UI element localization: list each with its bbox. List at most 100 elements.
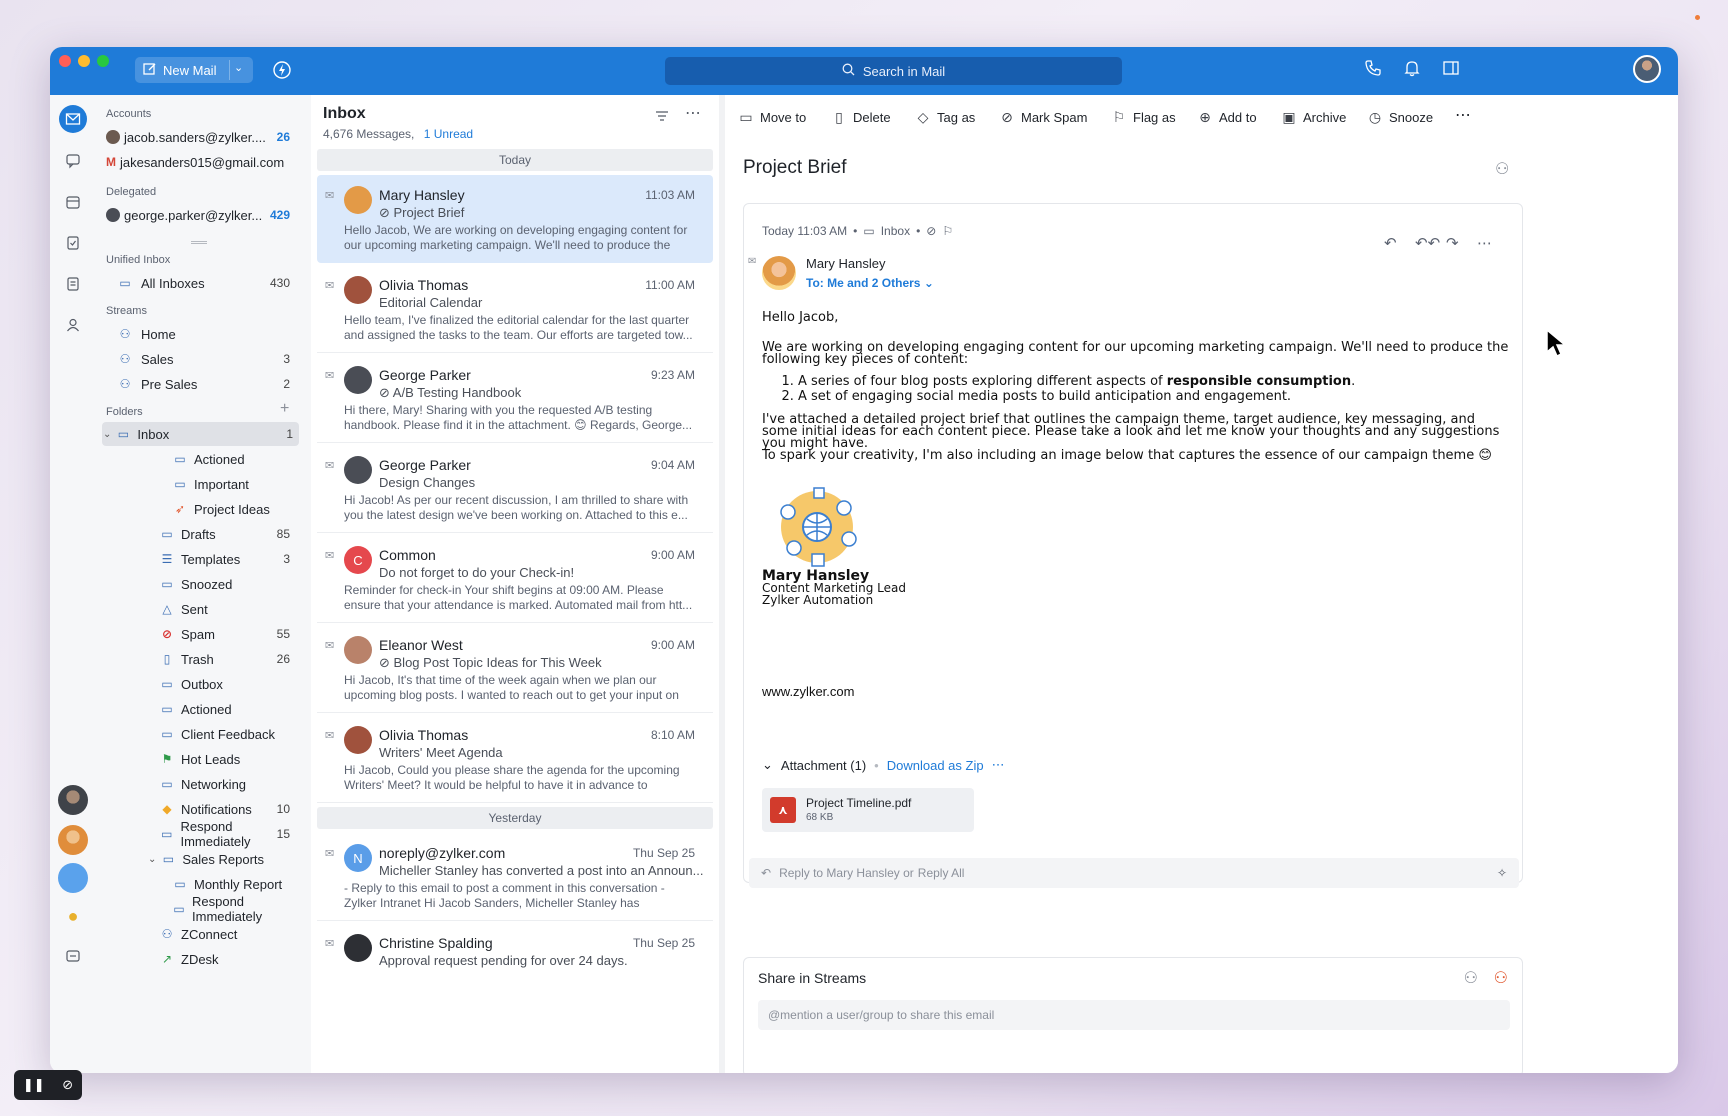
- group-avatar[interactable]: [58, 863, 88, 893]
- pause-icon[interactable]: ❚❚: [23, 1077, 45, 1093]
- message-item[interactable]: ✉ Olivia Thomas 11:00 AM Editorial Calen…: [317, 265, 713, 353]
- phone-icon[interactable]: [1364, 59, 1386, 81]
- stream-item[interactable]: ⚇ Home: [96, 322, 302, 346]
- folder-item[interactable]: ⚇ ZConnect: [96, 922, 302, 946]
- notes-icon[interactable]: [59, 270, 87, 298]
- folder-item[interactable]: ▭ Respond Immediately: [96, 894, 302, 924]
- account-item[interactable]: M jakesanders015@gmail.com: [96, 150, 302, 174]
- feedback-icon[interactable]: [59, 943, 87, 971]
- snooze-button[interactable]: ◷ Snooze: [1367, 109, 1433, 126]
- message-item[interactable]: ✉ N noreply@zylker.com Thu Sep 25 Michel…: [317, 833, 713, 921]
- group-icon[interactable]: ⚇: [1464, 968, 1478, 988]
- folder-item[interactable]: ↗ ZDesk: [96, 947, 302, 971]
- stream-item[interactable]: ⚇ Pre Sales 2: [96, 372, 302, 396]
- camera-off-icon[interactable]: ⊘: [62, 1077, 73, 1093]
- folder-item[interactable]: ⊘ Spam 55: [96, 622, 302, 646]
- user-add-icon[interactable]: ⚇: [1494, 968, 1508, 988]
- lightning-icon[interactable]: [272, 60, 292, 80]
- tasks-icon[interactable]: [59, 229, 87, 257]
- unread-filter-link[interactable]: 1 Unread: [424, 127, 473, 141]
- contact-avatar[interactable]: [58, 825, 88, 855]
- chevron-down-icon[interactable]: ⌄: [234, 61, 243, 74]
- flag-icon[interactable]: ⚐: [942, 224, 953, 238]
- email-folder[interactable]: Inbox: [881, 224, 910, 238]
- chat-icon[interactable]: [59, 147, 87, 175]
- folder-item[interactable]: ◆ Notifications 10: [96, 797, 302, 821]
- folder-item[interactable]: ▭ Actioned: [96, 697, 302, 721]
- reply-all-link[interactable]: Reply All: [918, 866, 965, 880]
- forward-icon[interactable]: ↷: [1446, 234, 1459, 252]
- contacts-icon[interactable]: [59, 311, 87, 339]
- archive-button[interactable]: ▣ Archive: [1281, 109, 1346, 126]
- flag-as-button[interactable]: ⚐ Flag as: [1111, 109, 1176, 126]
- folder-item[interactable]: ▭ Client Feedback: [96, 722, 302, 746]
- recipients-dropdown[interactable]: To: Me and 2 Others ⌄: [806, 276, 934, 290]
- collapse-icon[interactable]: ⌄: [762, 757, 773, 773]
- message-item[interactable]: ✉ Eleanor West 9:00 AM ⊘ Blog Post Topic…: [317, 625, 713, 713]
- attachment-file[interactable]: ⋏ Project Timeline.pdf 68 KB: [762, 788, 974, 832]
- reply-all-icon[interactable]: ↶↶: [1415, 234, 1440, 252]
- folder-item[interactable]: ▭ Networking: [96, 772, 302, 796]
- participants-icon[interactable]: ⚇: [1495, 159, 1509, 179]
- website-link[interactable]: www.zylker.com: [762, 684, 854, 699]
- delegated-account-item[interactable]: george.parker@zylker... 429: [96, 203, 302, 227]
- folder-item[interactable]: ▭ Monthly Report: [96, 872, 302, 896]
- chevron-down-icon[interactable]: ⌄: [103, 429, 111, 440]
- stream-item[interactable]: ⚇ Sales 3: [96, 347, 302, 371]
- quick-reply-box[interactable]: ↶ Reply to Mary Hansley or Reply All ✧: [749, 858, 1519, 888]
- folder-item[interactable]: ⌄ ▭ Sales Reports: [96, 847, 302, 871]
- folder-inbox[interactable]: ⌄ ▭ Inbox 1: [102, 422, 299, 446]
- more-options-icon[interactable]: ⋯: [1477, 234, 1492, 252]
- message-item[interactable]: ✉ George Parker 9:04 AM Design Changes H…: [317, 445, 713, 533]
- message-item[interactable]: ✉ George Parker 9:23 AM ⊘ A/B Testing Ha…: [317, 355, 713, 443]
- more-options-icon[interactable]: ⋯: [685, 103, 701, 123]
- sender-avatar[interactable]: [762, 256, 796, 290]
- message-item-selected[interactable]: ✉ Mary Hansley 11:03 AM ⊘ Project Brief …: [317, 175, 713, 263]
- add-folder-icon[interactable]: +: [280, 400, 289, 418]
- drag-handle[interactable]: [191, 241, 207, 244]
- folder-item[interactable]: ▯ Trash 26: [96, 647, 302, 671]
- reply-icon[interactable]: ↶: [1384, 234, 1397, 252]
- folder-item[interactable]: ▭ Snoozed: [96, 572, 302, 596]
- mark-spam-button[interactable]: ⊘ Mark Spam: [999, 109, 1087, 126]
- folder-item[interactable]: △ Sent: [96, 597, 302, 621]
- move-to-button[interactable]: ▭ Move to: [738, 109, 806, 126]
- folder-item[interactable]: ▭ Respond Immediately 15: [96, 819, 302, 849]
- folder-item[interactable]: ☰ Templates 3: [96, 547, 302, 571]
- more-options-icon[interactable]: ⋯: [992, 757, 1005, 773]
- search-input[interactable]: Search in Mail: [665, 57, 1122, 85]
- sender-name[interactable]: Mary Hansley: [806, 256, 885, 271]
- message-item[interactable]: ✉ Christine Spalding Thu Sep 25 Approval…: [317, 923, 713, 1011]
- folder-item[interactable]: ⚑ Hot Leads: [96, 747, 302, 771]
- new-mail-button[interactable]: New Mail ⌄: [135, 57, 253, 83]
- delete-button[interactable]: ▯ Delete: [831, 109, 890, 126]
- contact-avatar[interactable]: [58, 785, 88, 815]
- magic-wand-icon[interactable]: ✧: [1497, 866, 1507, 880]
- minimize-window-button[interactable]: [78, 55, 90, 67]
- folder-item[interactable]: ➶ Project Ideas: [96, 497, 302, 521]
- download-zip-link[interactable]: Download as Zip: [887, 758, 984, 773]
- panel-toggle-icon[interactable]: [1442, 59, 1464, 81]
- mention-input[interactable]: @mention a user/group to share this emai…: [758, 1000, 1510, 1030]
- more-options-icon[interactable]: ⋯: [1455, 105, 1471, 125]
- all-inboxes-item[interactable]: ▭ All Inboxes 430: [96, 271, 302, 295]
- folder-item[interactable]: ▭ Actioned: [96, 447, 302, 471]
- campaign-image[interactable]: [774, 484, 860, 570]
- close-window-button[interactable]: [59, 55, 71, 67]
- folder-item[interactable]: ▭ Outbox: [96, 672, 302, 696]
- folder-item[interactable]: ▭ Important: [96, 472, 302, 496]
- mail-icon[interactable]: [59, 105, 87, 133]
- maximize-window-button[interactable]: [97, 55, 109, 67]
- calendar-icon[interactable]: [59, 188, 87, 216]
- bell-icon[interactable]: [1403, 59, 1425, 81]
- chevron-down-icon[interactable]: ⌄: [148, 854, 156, 865]
- folder-item[interactable]: ▭ Drafts 85: [96, 522, 302, 546]
- add-to-button[interactable]: ⊕ Add to: [1197, 109, 1256, 126]
- tag-as-button[interactable]: ◇ Tag as: [915, 109, 976, 126]
- profile-avatar[interactable]: [1633, 55, 1661, 83]
- filter-icon[interactable]: [655, 109, 669, 128]
- account-item[interactable]: jacob.sanders@zylker.... 26: [96, 125, 302, 149]
- message-item[interactable]: ✉ Olivia Thomas 8:10 AM Writers' Meet Ag…: [317, 715, 713, 803]
- lightbulb-icon[interactable]: ●: [58, 901, 88, 931]
- message-item[interactable]: ✉ C Common 9:00 AM Do not forget to do y…: [317, 535, 713, 623]
